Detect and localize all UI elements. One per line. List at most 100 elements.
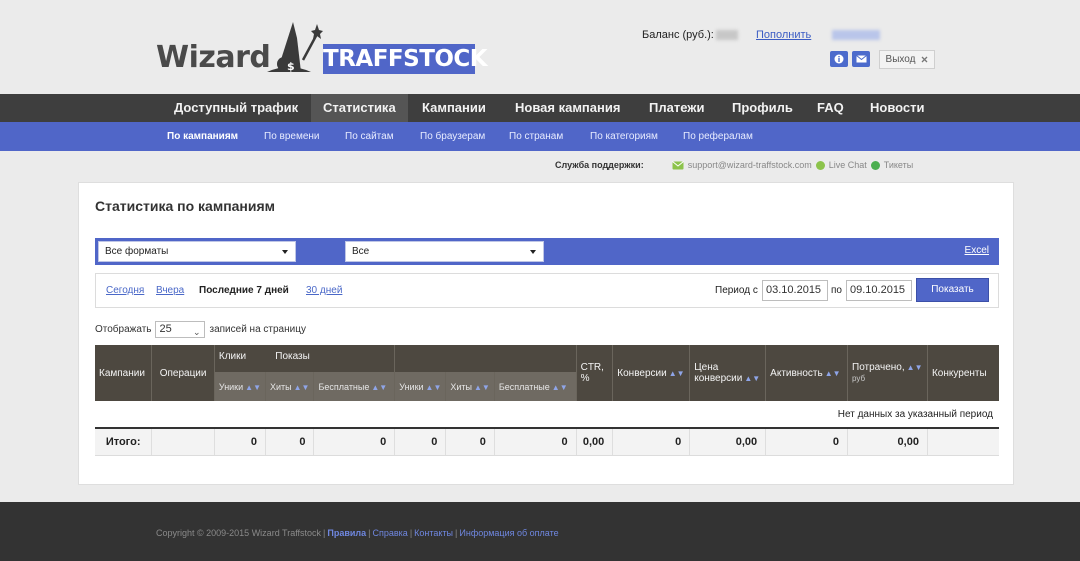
nav-profile[interactable]: Профиль <box>720 94 805 122</box>
email-icon <box>671 160 684 169</box>
balance-label: Баланс (руб.): <box>642 29 738 41</box>
logout-label: Выход <box>885 54 916 65</box>
period-to-label: по <box>831 285 842 296</box>
username-blurred[interactable] <box>832 30 880 40</box>
nav-available-traffic[interactable]: Доступный трафик <box>162 94 310 122</box>
total-cell <box>927 428 999 456</box>
col-conversion-price[interactable]: Цена конверсии ▲▼ <box>689 345 767 401</box>
col-impressions-label: Показы <box>275 351 310 362</box>
sort-icon: ▲▼ <box>245 382 261 392</box>
empty-message: Нет данных за указанный период <box>95 401 999 429</box>
period-today-link[interactable]: Сегодня <box>106 285 144 296</box>
support-email-link[interactable]: support@wizard-traffstock.com <box>688 160 812 170</box>
total-cell: 0,00 <box>576 428 614 456</box>
svg-text:$: $ <box>287 60 295 73</box>
show-button[interactable]: Показать <box>916 278 989 302</box>
format-select-value: Все форматы <box>105 246 169 257</box>
footer-rules-link[interactable]: Правила <box>327 528 366 538</box>
period-30days-link[interactable]: 30 дней <box>306 285 342 296</box>
sub-nav: По кампаниям По времени По сайтам По бра… <box>0 122 1080 151</box>
total-cell: 0 <box>765 428 848 456</box>
mail-icon[interactable] <box>852 51 870 67</box>
col-impressions: Показы <box>275 345 577 372</box>
subnav-by-sites[interactable]: По сайтам <box>345 122 394 151</box>
col-spent[interactable]: Потрачено, ▲▼ руб <box>847 345 928 401</box>
caret-down-icon <box>530 250 536 254</box>
total-cell: 0 <box>265 428 315 456</box>
col-clicks-hits[interactable]: Хиты ▲▼ <box>265 372 315 401</box>
col-spent-unit: руб <box>852 374 866 383</box>
col-impr-free-label: Бесплатные <box>498 381 550 392</box>
subnav-by-countries[interactable]: По странам <box>509 122 563 151</box>
period-yesterday-link[interactable]: Вчера <box>156 285 184 296</box>
sort-icon: ▲▼ <box>744 374 761 383</box>
col-operations: Операции <box>151 345 215 401</box>
nav-campaigns[interactable]: Кампании <box>410 94 498 122</box>
col-activity-label: Активность <box>770 367 823 379</box>
date-from-input[interactable]: 03.10.2015 <box>762 280 828 301</box>
subnav-by-campaigns[interactable]: По кампаниям <box>167 122 238 151</box>
second-filter-value: Все <box>352 246 370 257</box>
sort-icon: ▲▼ <box>906 363 923 372</box>
total-label: Итого: <box>95 428 153 456</box>
col-clicks-hits-label: Хиты <box>270 381 292 392</box>
period-bar: Сегодня Вчера Последние 7 дней 30 дней П… <box>95 273 999 308</box>
col-impr-hits-label: Хиты <box>450 381 473 392</box>
footer-payment-link[interactable]: Информация об оплате <box>459 528 558 538</box>
nav-statistics[interactable]: Статистика <box>311 94 408 122</box>
support-bar: Служба поддержки: support@wizard-traffst… <box>555 160 913 170</box>
page-title: Статистика по кампаниям <box>95 198 276 214</box>
wizard-hat-icon: $ <box>267 22 323 73</box>
col-conversions-label: Конверсии <box>617 367 667 379</box>
nav-payments[interactable]: Платежи <box>637 94 716 122</box>
total-cell: 0,00 <box>689 428 767 456</box>
date-to-input[interactable]: 09.10.2015 <box>846 280 912 301</box>
format-select[interactable]: Все форматы <box>98 241 296 262</box>
col-impr-free[interactable]: Бесплатные ▲▼ <box>494 372 577 401</box>
logout-button[interactable]: Выход <box>879 50 935 69</box>
total-cell <box>151 428 215 456</box>
col-impr-uniques[interactable]: Уники ▲▼ <box>394 372 447 401</box>
nav-news[interactable]: Новости <box>858 94 937 122</box>
footer-help-link[interactable]: Справка <box>373 528 408 538</box>
second-filter-select[interactable]: Все <box>345 241 544 262</box>
col-activity[interactable]: Активность ▲▼ <box>765 345 848 401</box>
total-row: Итого: 0 0 0 0 0 0 0,00 0 0,00 0 0,00 <box>95 428 999 456</box>
col-ctr-label: CTR, <box>580 362 604 373</box>
col-competitors: Конкуренты <box>927 345 999 401</box>
filter-bar: Все форматы Все Excel <box>95 238 999 265</box>
total-cell: 0 <box>394 428 447 456</box>
subnav-by-browsers[interactable]: По браузерам <box>420 122 485 151</box>
chevron-down-icon: ⌄ <box>192 327 201 337</box>
total-cell: 0,00 <box>847 428 928 456</box>
topup-link[interactable]: Пополнить <box>756 29 811 41</box>
subnav-by-time[interactable]: По времени <box>264 122 320 151</box>
total-cell: 0 <box>214 428 267 456</box>
stats-table: Кампании Операции Клики Показы CTR,% Кон… <box>95 345 999 456</box>
col-clicks-uniques[interactable]: Уники ▲▼ <box>214 372 267 401</box>
nav-new-campaign[interactable]: Новая кампания <box>503 94 632 122</box>
sort-icon: ▲▼ <box>371 382 388 392</box>
excel-export-link[interactable]: Excel <box>965 245 989 256</box>
chat-icon <box>815 160 825 170</box>
balance-value-blurred <box>715 30 738 41</box>
tickets-link[interactable]: Тикеты <box>884 160 913 170</box>
period-last7-current[interactable]: Последние 7 дней <box>199 285 289 296</box>
col-impr-hits[interactable]: Хиты ▲▼ <box>445 372 495 401</box>
subnav-by-referrals[interactable]: По рефералам <box>683 122 753 151</box>
per-page-label: Отображать <box>95 324 152 335</box>
sort-icon: ▲▼ <box>425 382 442 392</box>
logo[interactable]: Wizard $ TRAFFSTOCK <box>156 14 488 76</box>
col-ctr-unit: % <box>580 373 590 384</box>
footer-contacts-link[interactable]: Контакты <box>414 528 453 538</box>
subnav-by-categories[interactable]: По категориям <box>590 122 658 151</box>
per-page-select[interactable]: 25 ⌄ <box>155 321 206 338</box>
sort-icon: ▲▼ <box>474 382 490 392</box>
close-icon <box>921 56 928 63</box>
info-icon[interactable] <box>830 51 848 67</box>
nav-faq[interactable]: FAQ <box>805 94 856 122</box>
live-chat-link[interactable]: Live Chat <box>829 160 867 170</box>
col-conversions[interactable]: Конверсии ▲▼ <box>612 345 691 401</box>
col-clicks-free[interactable]: Бесплатные ▲▼ <box>313 372 396 401</box>
col-clicks-free-label: Бесплатные <box>318 381 370 392</box>
